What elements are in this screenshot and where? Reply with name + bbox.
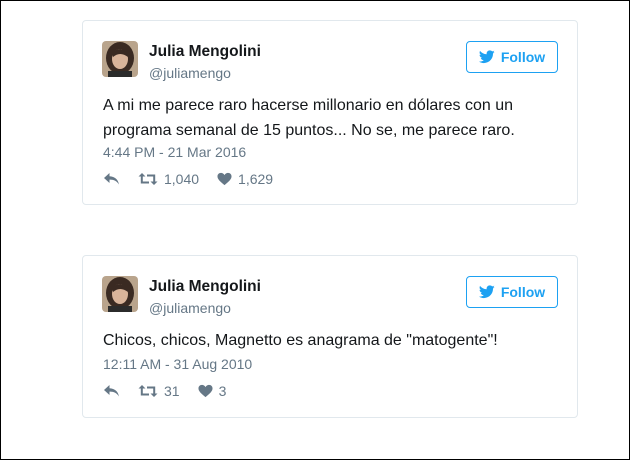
tweet-actions: 31 3: [103, 383, 226, 399]
author-handle[interactable]: @juliamengo: [149, 300, 231, 316]
twitter-bird-icon: [478, 50, 495, 64]
twitter-bird-icon: [478, 285, 495, 299]
reply-icon: [103, 172, 120, 186]
reply-icon: [103, 384, 120, 398]
tweet-timestamp[interactable]: 12:11 AM - 31 Aug 2010: [103, 356, 252, 372]
like-button[interactable]: 1,629: [217, 171, 273, 187]
follow-label: Follow: [500, 49, 546, 65]
retweet-count: 1,040: [164, 171, 200, 187]
avatar[interactable]: [102, 41, 138, 77]
retweet-count: 31: [164, 383, 180, 399]
author-name[interactable]: Julia Mengolini: [149, 278, 261, 296]
tweet-timestamp[interactable]: 4:44 PM - 21 Mar 2016: [103, 144, 246, 160]
avatar[interactable]: [102, 276, 138, 312]
author-handle[interactable]: @juliamengo: [149, 65, 231, 81]
reply-button[interactable]: [103, 384, 120, 398]
tweet-card: Julia Mengolini @juliamengo Follow Chico…: [82, 255, 578, 418]
tweet-card: Julia Mengolini @juliamengo Follow A mi …: [82, 20, 578, 205]
retweet-icon: [138, 172, 158, 186]
tweet-text: Chicos, chicos, Magnetto es anagrama de …: [103, 332, 498, 349]
retweet-icon: [138, 384, 158, 398]
heart-icon: [217, 172, 232, 186]
follow-button[interactable]: Follow: [466, 276, 558, 308]
tweet-actions: 1,040 1,629: [103, 171, 273, 187]
like-count: 3: [218, 383, 227, 399]
follow-button[interactable]: Follow: [466, 41, 558, 73]
like-count: 1,629: [238, 171, 274, 187]
tweet-text: A mi me parece raro hacerse millonario e…: [103, 97, 515, 139]
retweet-button[interactable]: 1,040: [138, 171, 199, 187]
author-name[interactable]: Julia Mengolini: [149, 43, 261, 61]
retweet-button[interactable]: 31: [138, 383, 180, 399]
reply-button[interactable]: [103, 172, 120, 186]
heart-icon: [198, 384, 213, 398]
like-button[interactable]: 3: [198, 383, 227, 399]
follow-label: Follow: [500, 284, 546, 300]
